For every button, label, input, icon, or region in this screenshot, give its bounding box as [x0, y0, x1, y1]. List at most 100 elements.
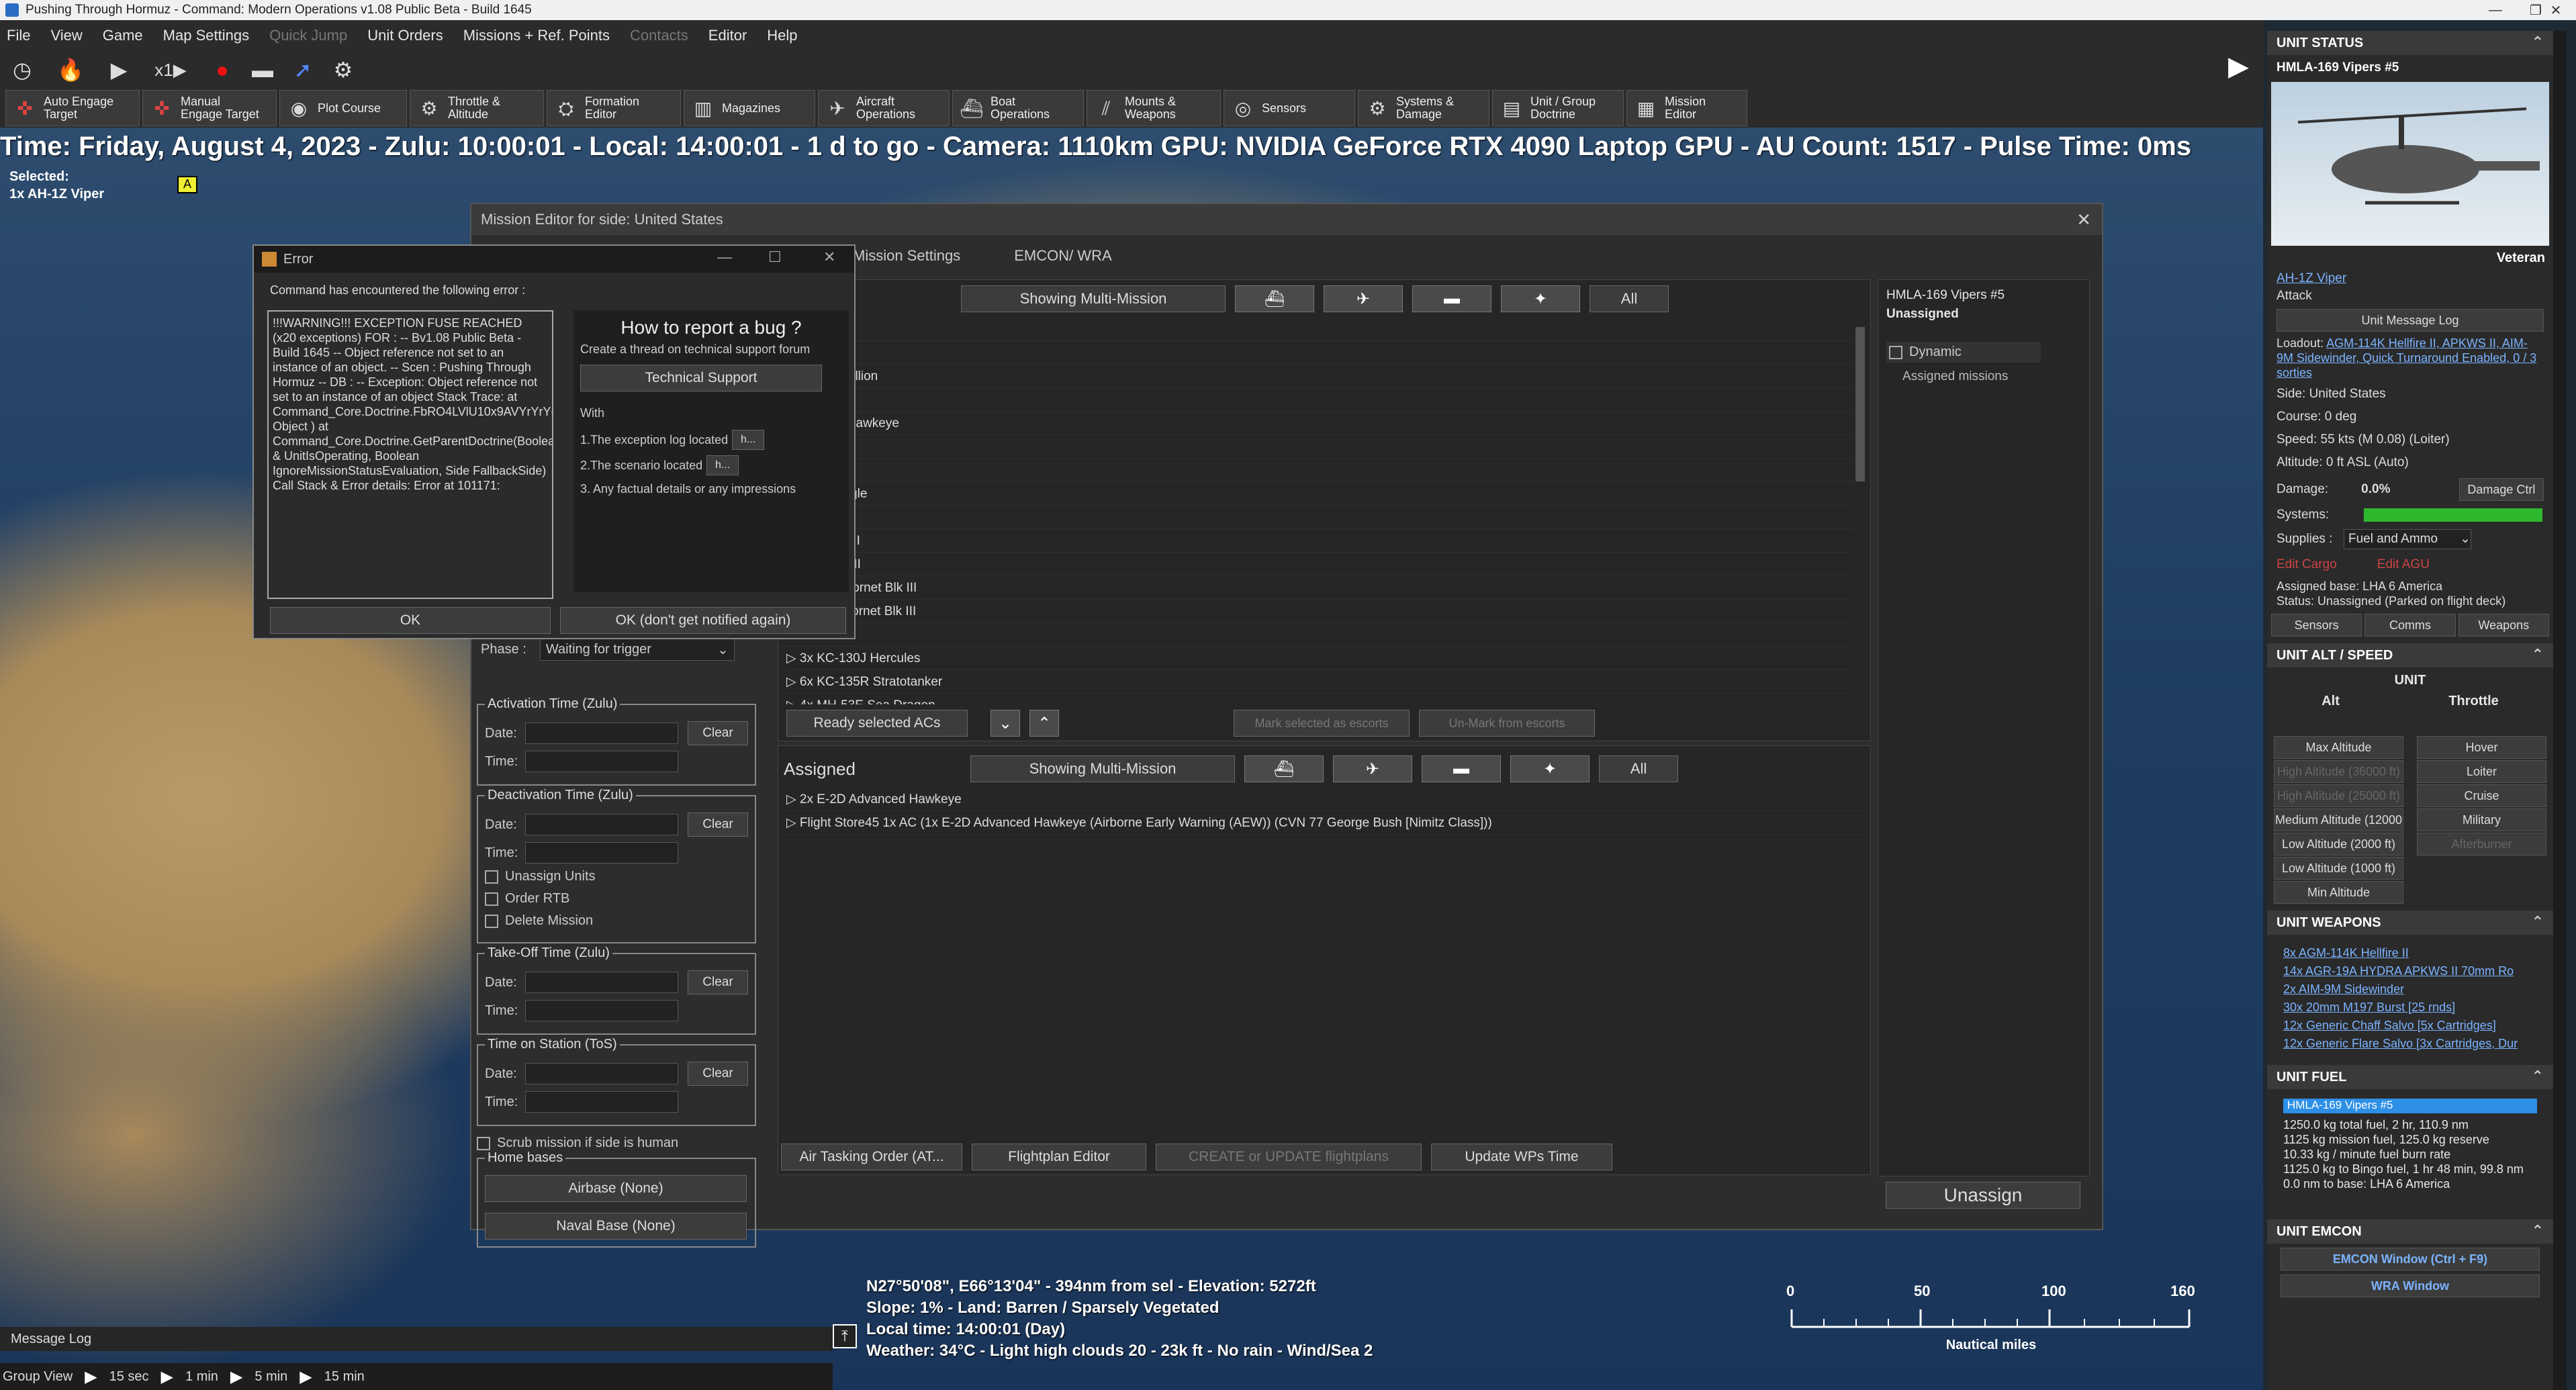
play-icon[interactable]: ▶	[85, 1367, 97, 1387]
low-altitude-1000-button[interactable]: Low Altitude (1000 ft)	[2274, 857, 2403, 880]
list-item[interactable]: Viper	[778, 318, 1853, 341]
close-window-button[interactable]: ✕	[2536, 0, 2576, 20]
menu-file[interactable]: File	[7, 27, 30, 44]
scrollbar[interactable]	[1855, 327, 1865, 481]
menu-unit-orders[interactable]: Unit Orders	[367, 27, 443, 44]
damage-ctrl-button[interactable]: Damage Ctrl	[2458, 478, 2544, 501]
magazines-button[interactable]: ▥ Magazines	[684, 90, 815, 126]
low-altitude-2000-button[interactable]: Low Altitude (2000 ft)	[2274, 833, 2403, 855]
throttle-altitude-button[interactable]: ⚙ Throttle & Altitude	[410, 90, 544, 126]
list-item[interactable]: Advanced Hawkeye	[778, 412, 1853, 435]
error-text[interactable]: !!!WARNING!!! EXCEPTION FUSE REACHED (x2…	[267, 310, 553, 599]
unit-message-log-button[interactable]: Unit Message Log	[2276, 309, 2544, 332]
clear-button[interactable]: Clear	[688, 813, 748, 837]
weapon-link[interactable]: 14x AGR-19A HYDRA APKWS II 70mm Ro	[2283, 962, 2537, 980]
list-item[interactable]: G Growler	[778, 459, 1853, 482]
menu-help[interactable]: Help	[767, 27, 797, 44]
list-item[interactable]: ▷ 2x E-2D Advanced Hawkeye	[778, 788, 1870, 811]
activation-date-input[interactable]	[525, 723, 678, 744]
clock-icon[interactable]: ◷	[7, 54, 38, 85]
unassign-button[interactable]: Unassign	[1886, 1182, 2080, 1209]
time-step-15sec[interactable]: 15 sec	[109, 1369, 149, 1385]
flightplan-editor-button[interactable]: Flightplan Editor	[972, 1144, 1146, 1170]
tab-emcon-wra[interactable]: EMCON/ WRA	[1014, 247, 1111, 265]
list-item[interactable]: Lancer	[778, 341, 1853, 365]
weapons-tab[interactable]: Weapons	[2458, 614, 2549, 637]
list-item[interactable]: ▷ 3x KC-130J Hercules	[778, 647, 1853, 670]
ok-dont-notify-button[interactable]: OK (don't get notified again)	[560, 607, 846, 634]
menu-map-settings[interactable]: Map Settings	[163, 27, 249, 44]
mission-editor-button[interactable]: ▦ Mission Editor	[1626, 90, 1747, 126]
time-step-5min[interactable]: 5 min	[255, 1369, 287, 1385]
ok-button[interactable]: OK	[270, 607, 551, 634]
delete-mission-checkbox[interactable]	[485, 914, 498, 928]
technical-support-button[interactable]: Technical Support	[580, 365, 822, 391]
military-button[interactable]: Military	[2417, 808, 2546, 831]
aircraft-filter-icon[interactable]: ✈	[1324, 285, 1403, 312]
chevron-up-icon[interactable]: ⌃	[1029, 710, 1059, 737]
sidebar-scrollbar[interactable]	[2553, 31, 2567, 1390]
list-item[interactable]: 8E Super Hornet Blk III	[778, 576, 1853, 600]
naval-base-button[interactable]: Naval Base (None)	[485, 1213, 747, 1240]
afterburner-button[interactable]: Afterburner	[2417, 833, 2546, 855]
weapon-link[interactable]: 30x 20mm M197 Burst [25 rnds]	[2283, 999, 2537, 1017]
unit-status-header[interactable]: UNIT STATUS	[2267, 31, 2553, 55]
order-rtb-checkbox[interactable]	[485, 892, 498, 906]
unmark-escorts-button[interactable]: Un-Mark from escorts	[1419, 710, 1595, 737]
ground-filter-icon[interactable]: ▬	[1422, 755, 1501, 782]
minimize-button[interactable]: —	[2475, 0, 2516, 20]
ship-filter-icon[interactable]: ⛴	[1235, 285, 1314, 312]
supplies-select[interactable]: Fuel and Ammo ⌄	[2344, 529, 2471, 549]
create-flightplans-button[interactable]: CREATE or UPDATE flightplans	[1156, 1144, 1422, 1170]
plot-course-button[interactable]: ◉ Plot Course	[279, 90, 407, 126]
multi-mission-filter[interactable]: Showing Multi-Mission	[970, 755, 1235, 782]
play-icon[interactable]: ▶	[300, 1367, 312, 1387]
weapon-link[interactable]: 12x Generic Chaff Salvo [5x Cartridges]	[2283, 1017, 2537, 1035]
loiter-button[interactable]: Loiter	[2417, 760, 2546, 783]
tank-icon[interactable]: ▬	[247, 54, 278, 85]
menu-game[interactable]: Game	[103, 27, 143, 44]
min-altitude-button[interactable]: Min Altitude	[2274, 881, 2403, 904]
close-icon[interactable]: ✕	[2076, 210, 2091, 230]
list-item[interactable]: B Lightning II	[778, 553, 1853, 576]
weapon-link[interactable]: 12x Generic Flare Salvo [3x Cartridges, …	[2283, 1035, 2537, 1053]
tab-mission-settings[interactable]: Mission Settings	[853, 247, 960, 265]
manual-engage-button[interactable]: ✜ Manual Engage Target	[142, 90, 277, 126]
list-item[interactable]: ▷ Flight Store45 1x AC (1x E-2D Advanced…	[778, 811, 1870, 835]
alt-speed-header[interactable]: UNIT ALT / SPEED	[2267, 643, 2553, 667]
systems-damage-button[interactable]: ⚙ Systems & Damage	[1358, 90, 1489, 126]
unit-fuel-header[interactable]: UNIT FUEL	[2267, 1065, 2553, 1089]
auto-engage-button[interactable]: ✜ Auto Engage Target	[5, 90, 140, 126]
sidebar-toggle-arrow-icon[interactable]: ▶	[2228, 51, 2249, 82]
deactivation-date-input[interactable]	[525, 814, 678, 835]
fire-icon[interactable]: 🔥	[47, 54, 94, 85]
hover-button[interactable]: Hover	[2417, 736, 2546, 759]
play-icon[interactable]: ▶	[161, 1367, 173, 1387]
speed-indicator[interactable]: x1 ▶	[144, 54, 197, 85]
satellite-filter-icon[interactable]: ✦	[1510, 755, 1590, 782]
list-item[interactable]: ▷ 6x KC-135R Stratotanker	[778, 670, 1853, 694]
maximize-button[interactable]: ☐	[768, 248, 782, 266]
exception-log-button[interactable]: h...	[732, 430, 765, 450]
high-altitude-25000-button[interactable]: High Altitude (25000 ft)	[2274, 784, 2403, 807]
sensors-button[interactable]: ◎ Sensors	[1224, 90, 1355, 126]
list-item[interactable]: A Lightning II	[778, 529, 1853, 553]
boat-operations-button[interactable]: ⛴ Boat Operations	[952, 90, 1084, 126]
time-step-1min[interactable]: 1 min	[185, 1369, 218, 1385]
all-filter-button[interactable]: All	[1590, 285, 1669, 312]
play-icon[interactable]: ▶	[103, 54, 134, 85]
expand-icon[interactable]: ⤒	[833, 1324, 857, 1348]
high-altitude-36000-button[interactable]: High Altitude (36000 ft)	[2274, 760, 2403, 783]
max-altitude-button[interactable]: Max Altitude	[2274, 736, 2403, 759]
dynamic-checkbox[interactable]	[1889, 345, 1902, 359]
emcon-window-button[interactable]: EMCON Window (Ctrl + F9)	[2281, 1248, 2540, 1270]
takeoff-date-input[interactable]	[525, 972, 678, 993]
cruise-button[interactable]: Cruise	[2417, 784, 2546, 807]
list-item[interactable]: 8F Super Hornet Blk III	[778, 600, 1853, 623]
ready-selected-button[interactable]: Ready selected ACs	[786, 710, 968, 737]
tos-time-input[interactable]	[525, 1091, 678, 1113]
time-step-15min[interactable]: 15 min	[324, 1369, 365, 1385]
aircraft-filter-icon[interactable]: ✈	[1333, 755, 1412, 782]
formation-editor-button[interactable]: ⛭ Formation Editor	[547, 90, 681, 126]
multi-mission-filter[interactable]: Showing Multi-Mission	[961, 285, 1226, 312]
